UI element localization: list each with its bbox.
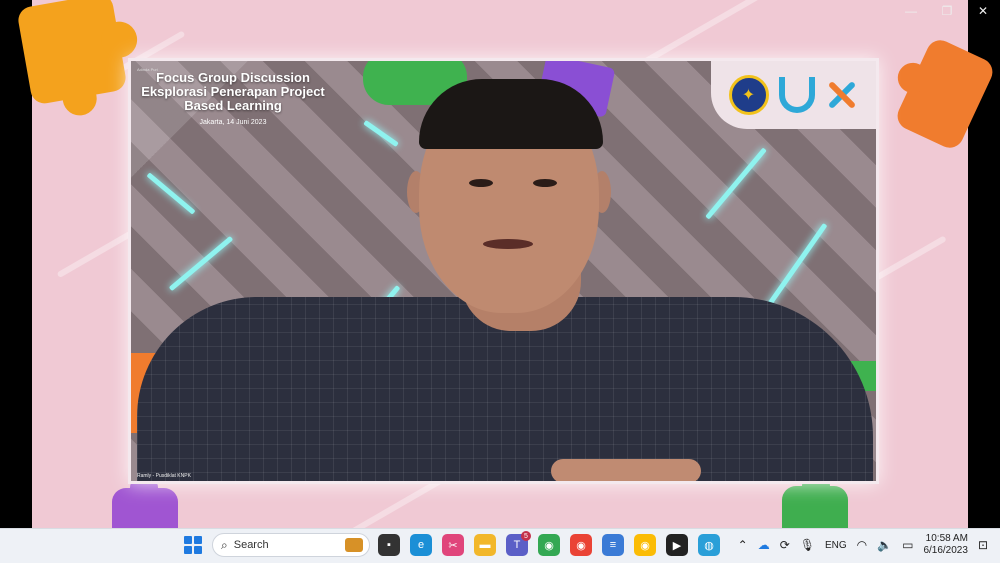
meeting-window: — ❐ ✕ Adinda Puri Focus Group Discussion… — [0, 0, 1000, 548]
decor-streak — [56, 227, 138, 279]
participant-person — [131, 61, 876, 481]
clock-date: 6/16/2023 — [923, 545, 968, 556]
snipping-icon[interactable]: ✂ — [442, 534, 464, 556]
chrome-icon[interactable]: ◉ — [538, 534, 560, 556]
chrome-alt-icon[interactable]: ◉ — [634, 534, 656, 556]
notepad-icon[interactable]: ≡ — [602, 534, 624, 556]
hands — [551, 459, 701, 481]
eye — [533, 179, 557, 187]
briefcase-icon — [345, 538, 363, 552]
participant-video[interactable]: Adinda Puri Focus Group Discussion Ekspl… — [128, 58, 879, 484]
globe-app-icon[interactable]: ◍ — [698, 534, 720, 556]
chevron-up-icon[interactable]: ⌃ — [738, 538, 748, 552]
volume-icon[interactable]: 🔈 — [877, 538, 892, 552]
edge-icon[interactable]: e — [410, 534, 432, 556]
search-placeholder: Search — [233, 539, 269, 551]
mic-muted-icon[interactable]: 🎙 — [800, 538, 815, 552]
sync-icon[interactable]: ⟳ — [780, 538, 790, 552]
decor-streak — [641, 0, 783, 66]
search-icon: ⌕ — [221, 537, 228, 552]
taskbar-apps: ▪ e ✂ ▬ T 5 ◉ ◉ ≡ ◉ ▶ ◍ — [378, 531, 720, 556]
taskbar: ⌕ Search ▪ e ✂ ▬ T 5 ◉ ◉ ≡ ◉ ▶ ◍ ⌃ ☁ ⟳ 🎙 ENG ◠ 🔈 ▭ … — [0, 528, 1000, 563]
taskbar-search[interactable]: ⌕ Search — [212, 533, 370, 557]
wifi-icon[interactable]: ◠ — [857, 538, 867, 552]
hair — [419, 79, 603, 149]
clock[interactable]: 10:58 AM 6/16/2023 — [923, 533, 968, 557]
notification-icon[interactable]: ⊡ — [978, 538, 988, 552]
battery-icon[interactable]: ▭ — [902, 538, 913, 552]
notification-badge: 5 — [521, 531, 531, 541]
system-tray: ⌃ ☁ ⟳ 🎙 ENG ◠ 🔈 ▭ 10:58 AM 6/16/2023 ⊡ — [738, 533, 988, 557]
task-view-icon[interactable]: ▪ — [378, 534, 400, 556]
close-button[interactable]: ✕ — [976, 4, 990, 18]
teams-icon[interactable]: T5 — [506, 531, 531, 556]
window-controls: — ❐ ✕ — [904, 4, 990, 18]
clock-time: 10:58 AM — [925, 533, 968, 544]
minimize-button[interactable]: — — [904, 4, 918, 18]
onedrive-icon[interactable]: ☁ — [758, 538, 770, 552]
chrome-profile-icon[interactable]: ◉ — [570, 534, 592, 556]
file-explorer-icon[interactable]: ▬ — [474, 534, 496, 556]
media-player-icon[interactable]: ▶ — [666, 534, 688, 556]
language-indicator[interactable]: ENG — [825, 540, 847, 551]
puzzle-piece-yellow — [16, 0, 128, 106]
mouth — [483, 239, 533, 249]
participant-name: Ramly - Pusdiklat KNPK — [137, 473, 191, 479]
start-button[interactable] — [184, 536, 202, 554]
restore-button[interactable]: ❐ — [940, 4, 954, 18]
eye — [469, 179, 493, 187]
